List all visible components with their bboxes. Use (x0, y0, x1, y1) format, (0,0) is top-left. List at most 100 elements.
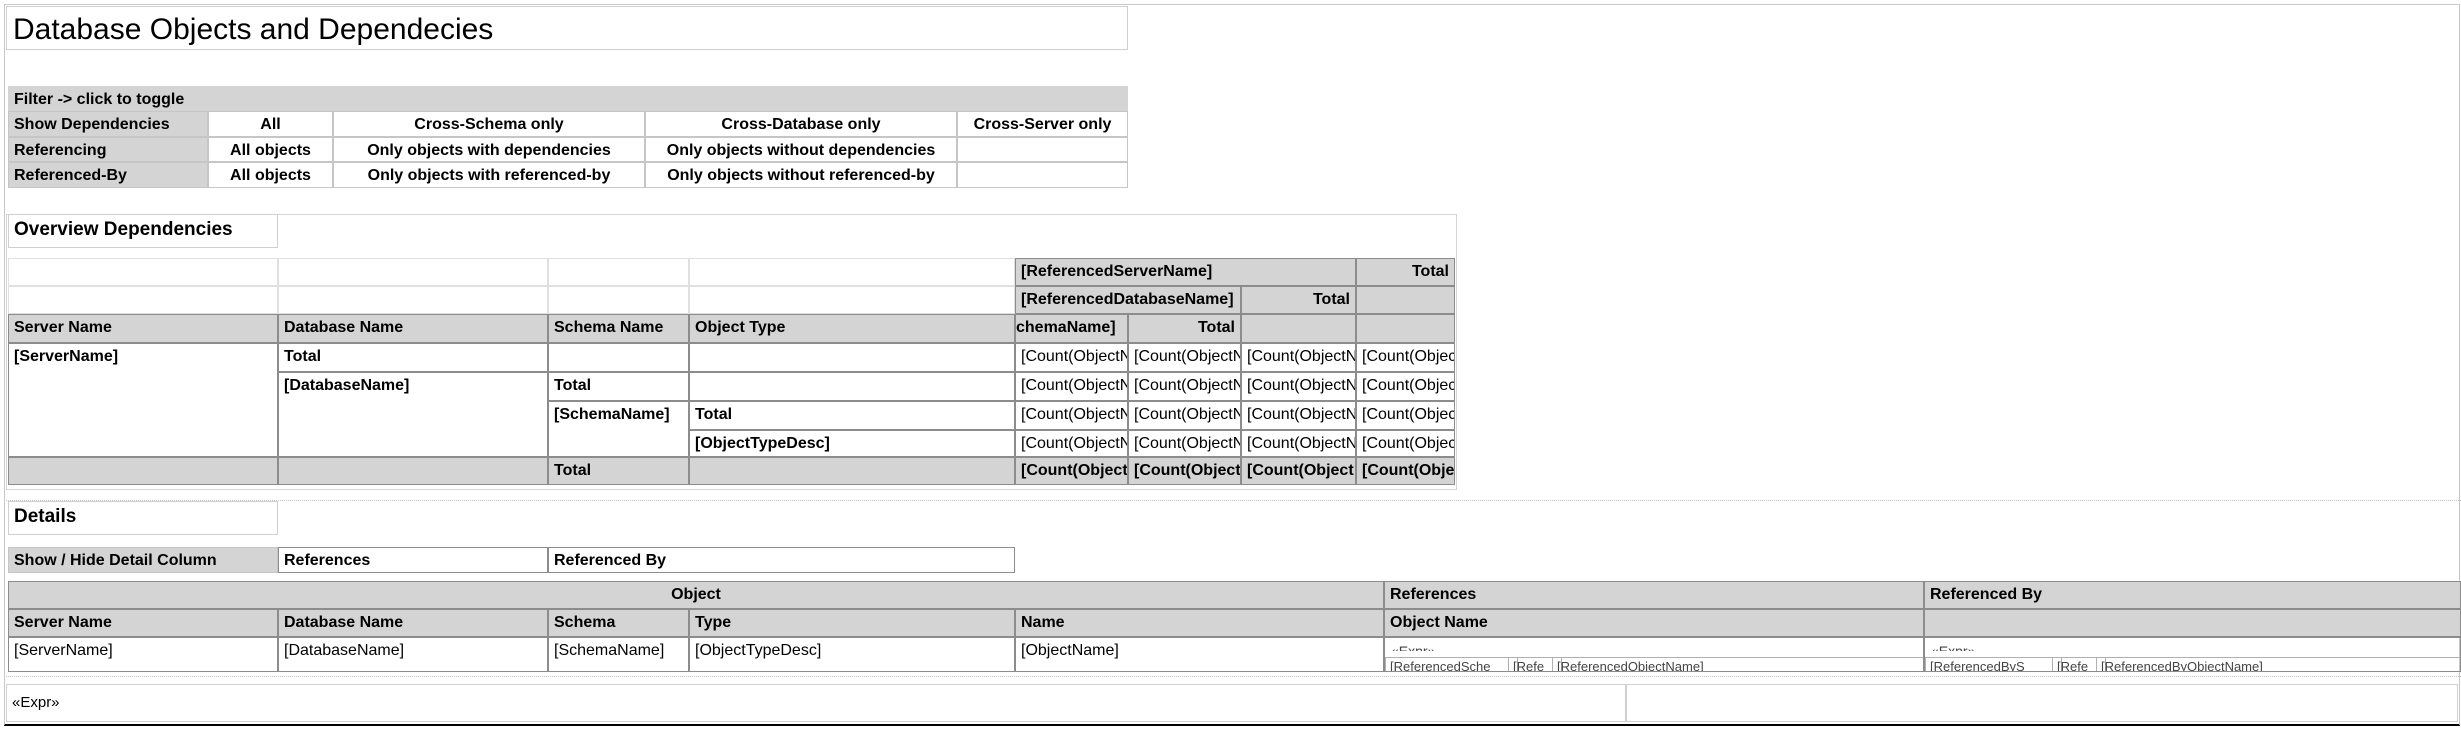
count-cell: [Count(ObjectN (1015, 401, 1128, 430)
references-expr: «Expr» (1391, 643, 1436, 651)
col-detail-name: Name (1015, 609, 1384, 637)
filter-label-referenced-by: Referenced-By (8, 162, 208, 188)
footer-expression: «Expr» (6, 684, 1626, 722)
col-detail-server-name: Server Name (8, 609, 278, 637)
filter-option-cross-server[interactable]: Cross-Server only (957, 111, 1128, 137)
grand-total-blank (689, 457, 1015, 485)
count-cell: [Count(ObjectN (1128, 372, 1241, 401)
detail-object-type: [ObjectTypeDesc] (689, 637, 1015, 672)
grand-total-blank (278, 457, 548, 485)
referenced-by-expr: «Expr» (1931, 643, 1976, 651)
overview-header-blank (1241, 314, 1356, 343)
referencing-option-all[interactable]: All objects (208, 137, 333, 162)
server-total-header: Total (1356, 258, 1455, 286)
count-cell: [Count(ObjectN (1128, 401, 1241, 430)
report-title: Database Objects and Dependecies (6, 6, 1128, 50)
toggle-references[interactable]: References (278, 547, 548, 573)
count-cell: [Count(ObjectN (1241, 430, 1356, 457)
count-cell: [Count(Objec (1356, 372, 1455, 401)
col-referenced-by-blank (1924, 609, 2461, 637)
count-cell: [Count(Objec (1356, 430, 1455, 457)
grand-total-count: [Count(Object (1241, 457, 1356, 485)
count-cell: [Count(Objec (1356, 401, 1455, 430)
referenced-by-option-empty (957, 162, 1128, 188)
footer-divider (6, 676, 2461, 677)
overview-spacer (689, 258, 1015, 286)
filter-label-show-dependencies: Show Dependencies (8, 111, 208, 137)
count-cell: [Count(ObjectN (1241, 401, 1356, 430)
referencing-option-with-dependencies[interactable]: Only objects with dependencies (333, 137, 645, 162)
col-server-name: Server Name (8, 314, 278, 343)
row-server-total: Total (278, 343, 548, 372)
row-blank (689, 343, 1015, 372)
count-cell: [Count(ObjectN (1128, 343, 1241, 372)
referenced-server-header: [ReferencedServerName] (1015, 258, 1356, 286)
referenced-by-option-without[interactable]: Only objects without referenced-by (645, 162, 957, 188)
row-server-name: [ServerName] (8, 343, 278, 457)
group-references: References (1384, 581, 1924, 609)
col-detail-database-name: Database Name (278, 609, 548, 637)
row-object-type: [ObjectTypeDesc] (689, 430, 1015, 457)
overview-spacer (278, 258, 548, 286)
row-blank (548, 343, 689, 372)
overview-spacer (8, 258, 278, 286)
filter-header[interactable]: Filter -> click to toggle (8, 86, 1128, 111)
col-detail-type: Type (689, 609, 1015, 637)
overview-spacer (548, 258, 689, 286)
overview-spacer (689, 286, 1015, 314)
count-cell: [Count(ObjectN (1241, 372, 1356, 401)
count-cell: [Count(ObjectN (1241, 343, 1356, 372)
count-cell: [Count(ObjectN (1015, 430, 1128, 457)
detail-server-name: [ServerName] (8, 637, 278, 672)
detail-database-name: [DatabaseName] (278, 637, 548, 672)
referenced-by-option-with[interactable]: Only objects with referenced-by (333, 162, 645, 188)
grand-total-label: Total (548, 457, 689, 485)
group-referenced-by: Referenced By (1924, 581, 2461, 609)
database-total-header: Total (1241, 286, 1356, 314)
referenced-by-schema-value: [ReferencedByS (1925, 657, 2062, 671)
overview-spacer (548, 286, 689, 314)
overview-header-blank (1356, 314, 1455, 343)
details-heading: Details (8, 501, 278, 535)
referencing-option-without-dependencies[interactable]: Only objects without dependencies (645, 137, 957, 162)
overview-spacer (8, 286, 278, 314)
col-schema-name: Schema Name (548, 314, 689, 343)
toggle-referenced-by[interactable]: Referenced By (548, 547, 1015, 573)
col-references-object-name: Object Name (1384, 609, 1924, 637)
referenced-by-object-name-value: [ReferencedByObjectName] (2096, 657, 2460, 671)
grand-total-blank (8, 457, 278, 485)
col-database-name: Database Name (278, 314, 548, 343)
filter-option-all[interactable]: All (208, 111, 333, 137)
row-schema-name: [SchemaName] (548, 401, 689, 457)
count-cell: [Count(ObjectN (1015, 343, 1128, 372)
grand-total-count: [Count(Object (1015, 457, 1128, 485)
grand-total-count: [Count(Object (1128, 457, 1241, 485)
group-object: Object (8, 581, 1384, 609)
overview-heading: Overview Dependencies (8, 214, 278, 248)
row-database-total: Total (548, 372, 689, 401)
detail-toggle-label: Show / Hide Detail Column (8, 547, 278, 573)
referencing-option-empty (957, 137, 1128, 162)
referenced-by-option-all[interactable]: All objects (208, 162, 333, 188)
section-divider (6, 500, 2461, 501)
overview-spacer (278, 286, 548, 314)
row-blank (689, 372, 1015, 401)
detail-object-name: [ObjectName] (1015, 637, 1384, 672)
detail-schema-name: [SchemaName] (548, 637, 689, 672)
referenced-object-name-value: [ReferencedObjectName] (1552, 657, 1923, 671)
filter-label-referencing: Referencing (8, 137, 208, 162)
referenced-schema-value: [ReferencedSche (1385, 657, 1518, 671)
grand-total-count: [Count(Obje (1356, 457, 1455, 485)
filter-option-cross-schema[interactable]: Cross-Schema only (333, 111, 645, 137)
schema-total-header: Total (1128, 314, 1241, 343)
footer-right-box (1626, 684, 2458, 722)
count-cell: [Count(Objec (1356, 343, 1455, 372)
referenced-database-header: [ReferencedDatabaseName] (1015, 286, 1241, 314)
col-detail-schema: Schema (548, 609, 689, 637)
row-database-name: [DatabaseName] (278, 372, 548, 457)
detail-referenced-by-cell: «Expr» [ReferencedByS [Refe [ReferencedB… (1924, 637, 2461, 672)
col-object-type: Object Type (689, 314, 1015, 343)
referenced-schema-header: chemaName] (1015, 314, 1128, 343)
row-schema-total: Total (689, 401, 1015, 430)
filter-option-cross-database[interactable]: Cross-Database only (645, 111, 957, 137)
